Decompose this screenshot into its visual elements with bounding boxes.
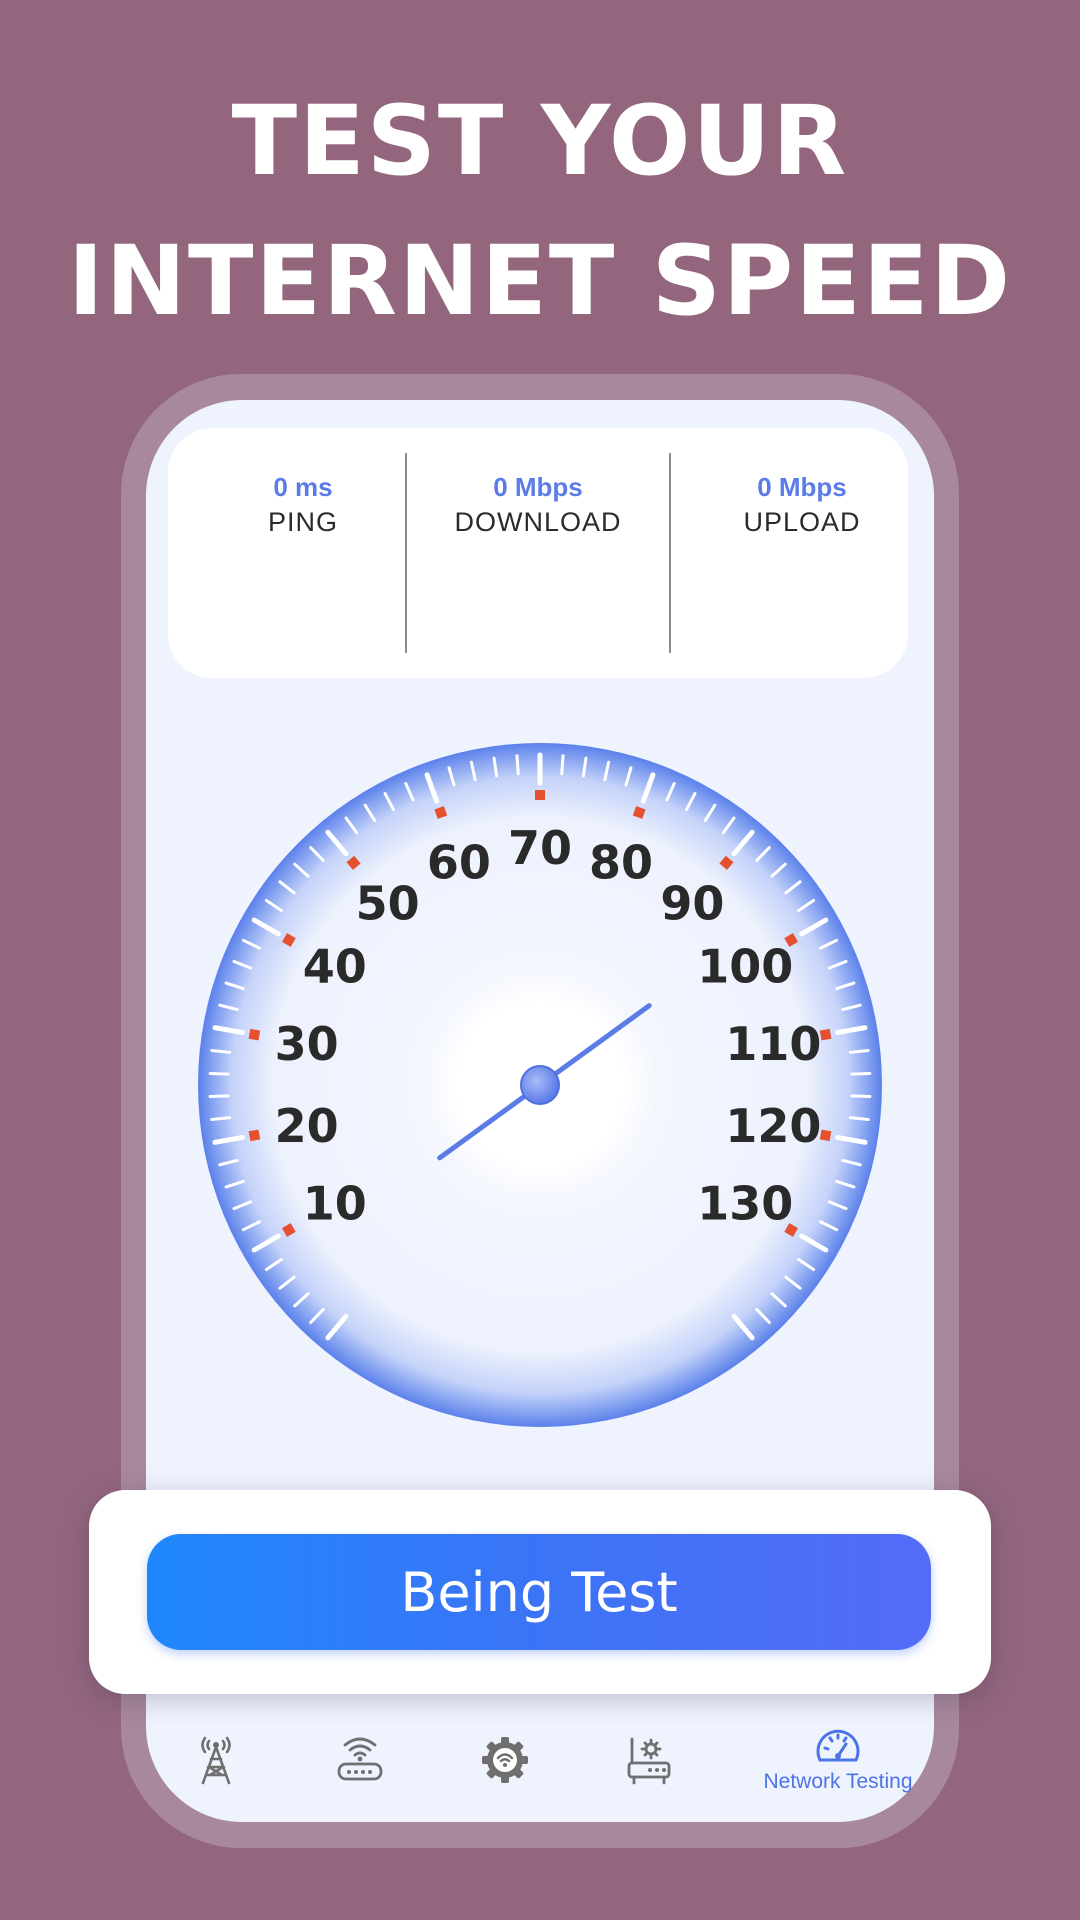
gauge-minor-tick (848, 1049, 870, 1054)
nav-item-wifi-settings[interactable] (430, 1710, 580, 1810)
gauge-minor-tick (515, 754, 520, 776)
gauge-minor-tick (560, 754, 565, 776)
upload-value: 0 Mbps (757, 472, 847, 502)
gauge-scale-label: 40 (303, 940, 367, 994)
bottom-nav: Network Testing (146, 1710, 934, 1810)
start-test-button[interactable]: Being Test (147, 1534, 931, 1650)
gauge-scale-label: 60 (427, 835, 491, 889)
gauge-scale-label: 80 (589, 835, 653, 889)
ping-label: PING (267, 507, 338, 537)
headline-line-2: INTERNET SPEED (67, 225, 1013, 337)
wifi-settings-icon (482, 1737, 528, 1783)
nav-item-router[interactable] (285, 1710, 435, 1810)
ping-stat: 0 ms PING (173, 472, 433, 538)
gauge-scale-label: 110 (725, 1017, 821, 1071)
gauge-scale-label: 30 (275, 1017, 339, 1071)
gauge-marker (248, 1028, 261, 1041)
router-wifi-icon (337, 1737, 383, 1781)
nav-label-network-testing: Network Testing (763, 1770, 913, 1793)
speed-gauge: 10 20 30 40 5060 70 8090 100 110 120 130 (198, 743, 882, 1427)
gauge-marker (819, 1129, 832, 1142)
download-stat: 0 Mbps DOWNLOAD (408, 472, 668, 538)
nav-item-tower[interactable] (141, 1710, 291, 1810)
gauge-scale-label: 20 (275, 1099, 339, 1153)
gauge-minor-tick (210, 1049, 232, 1054)
gauge-scale-label: 50 (356, 876, 420, 930)
gauge-scale-label: 130 (697, 1177, 793, 1231)
stat-divider (669, 453, 671, 653)
upload-label: UPLOAD (743, 507, 861, 537)
cell-tower-icon (201, 1736, 231, 1785)
gauge-scale-label: 100 (697, 940, 793, 994)
gauge-marker (248, 1129, 261, 1142)
gauge-pivot (520, 1065, 560, 1105)
action-panel: Being Test (89, 1490, 991, 1694)
router-settings-icon (627, 1737, 671, 1785)
download-value: 0 Mbps (493, 472, 583, 502)
gauge-minor-tick (208, 1071, 230, 1076)
gauge-scale-label: 90 (660, 876, 724, 930)
gauge-marker (535, 790, 545, 800)
gauge-minor-tick (850, 1071, 872, 1076)
nav-item-router-settings[interactable] (574, 1710, 724, 1810)
gauge-minor-tick (208, 1094, 230, 1099)
gauge-scale-label: 10 (303, 1177, 367, 1231)
gauge-scale-label: 70 (508, 821, 572, 875)
download-label: DOWNLOAD (454, 507, 622, 537)
gauge-scale-label: 120 (725, 1099, 821, 1153)
speedometer-icon (816, 1729, 860, 1762)
gauge-minor-tick (848, 1116, 870, 1121)
stats-card: 0 ms PING 0 Mbps DOWNLOAD 0 Mbps UPLOAD (168, 428, 908, 678)
gauge-marker (819, 1028, 832, 1041)
nav-item-network-testing[interactable]: Network Testing (753, 1710, 923, 1810)
headline-line-1: TEST YOUR (231, 85, 849, 197)
gauge-minor-tick (850, 1094, 872, 1099)
ping-value: 0 ms (273, 472, 333, 502)
upload-stat: 0 Mbps UPLOAD (672, 472, 932, 538)
stat-divider (405, 453, 407, 653)
gauge-minor-tick (210, 1116, 232, 1121)
